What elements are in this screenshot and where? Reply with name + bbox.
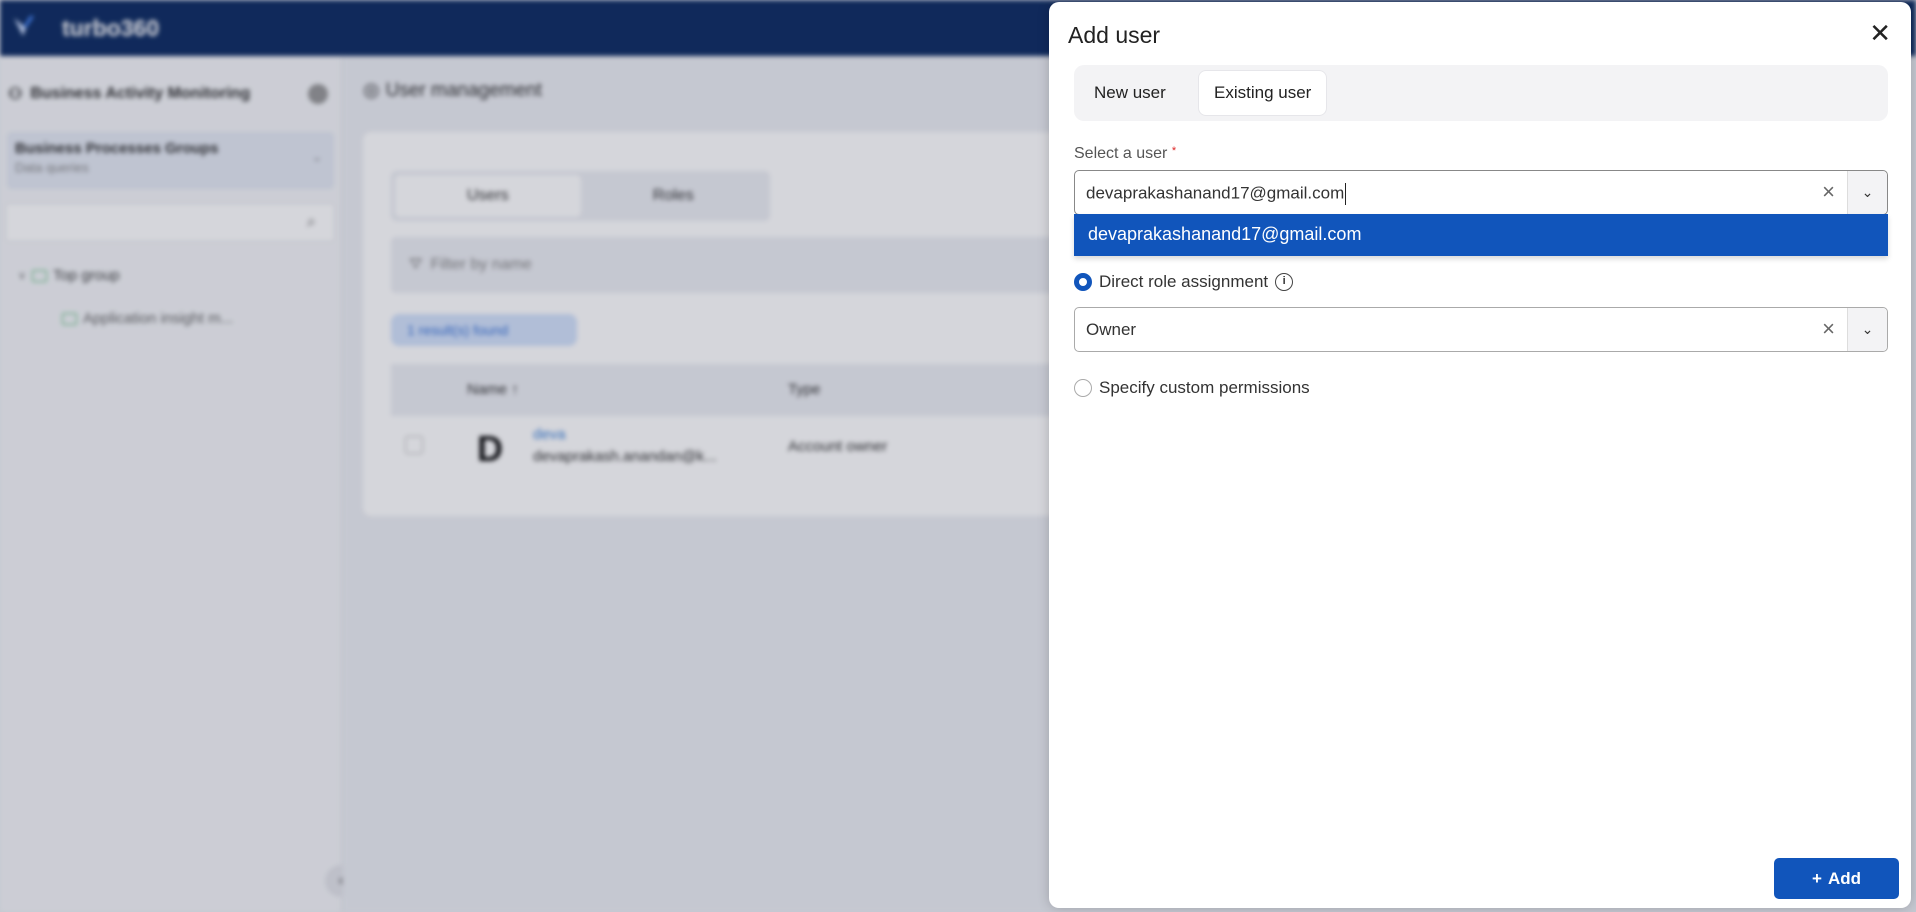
label-text: Select a user	[1074, 145, 1168, 162]
info-icon[interactable]: i	[1275, 273, 1294, 291]
add-button[interactable]: + Add	[1774, 858, 1899, 899]
plus-icon: +	[1812, 868, 1822, 888]
dialog-title: Add user	[1068, 22, 1161, 48]
add-user-panel: Add user ✕ New user Existing user Select…	[1049, 2, 1911, 908]
dropdown-option[interactable]: devaprakashanand17@gmail.com	[1074, 214, 1888, 256]
radio-direct-role[interactable]: Direct role assignment i	[1074, 272, 1294, 292]
radio-label: Specify custom permissions	[1099, 378, 1310, 397]
tab-new-user[interactable]: New user	[1079, 70, 1181, 116]
clear-icon[interactable]: ×	[1822, 179, 1835, 205]
radio-custom-permissions[interactable]: Specify custom permissions	[1074, 378, 1310, 398]
role-select[interactable]: Owner × ⌄	[1074, 307, 1888, 352]
text-caret	[1345, 183, 1347, 205]
radio-unselected[interactable]	[1074, 379, 1092, 397]
radio-selected[interactable]	[1074, 273, 1092, 291]
select-user-input[interactable]: devaprakashanand17@gmail.com × ⌄	[1074, 170, 1888, 215]
close-icon[interactable]: ✕	[1869, 20, 1891, 46]
required-mark: *	[1171, 145, 1177, 157]
select-user-label: Select a user *	[1074, 145, 1176, 163]
input-text: devaprakashanand17@gmail.com	[1086, 183, 1345, 203]
tab-existing-user[interactable]: Existing user	[1198, 70, 1328, 116]
role-value: Owner	[1086, 320, 1137, 339]
add-label: Add	[1827, 868, 1861, 888]
chevron-down-icon[interactable]: ⌄	[1847, 308, 1887, 351]
clear-icon[interactable]: ×	[1822, 316, 1835, 342]
radio-label: Direct role assignment	[1099, 272, 1269, 291]
chevron-down-icon[interactable]: ⌄	[1847, 171, 1887, 214]
user-type-tabs: New user Existing user	[1074, 65, 1888, 121]
select-user-value: devaprakashanand17@gmail.com	[1086, 183, 1347, 205]
